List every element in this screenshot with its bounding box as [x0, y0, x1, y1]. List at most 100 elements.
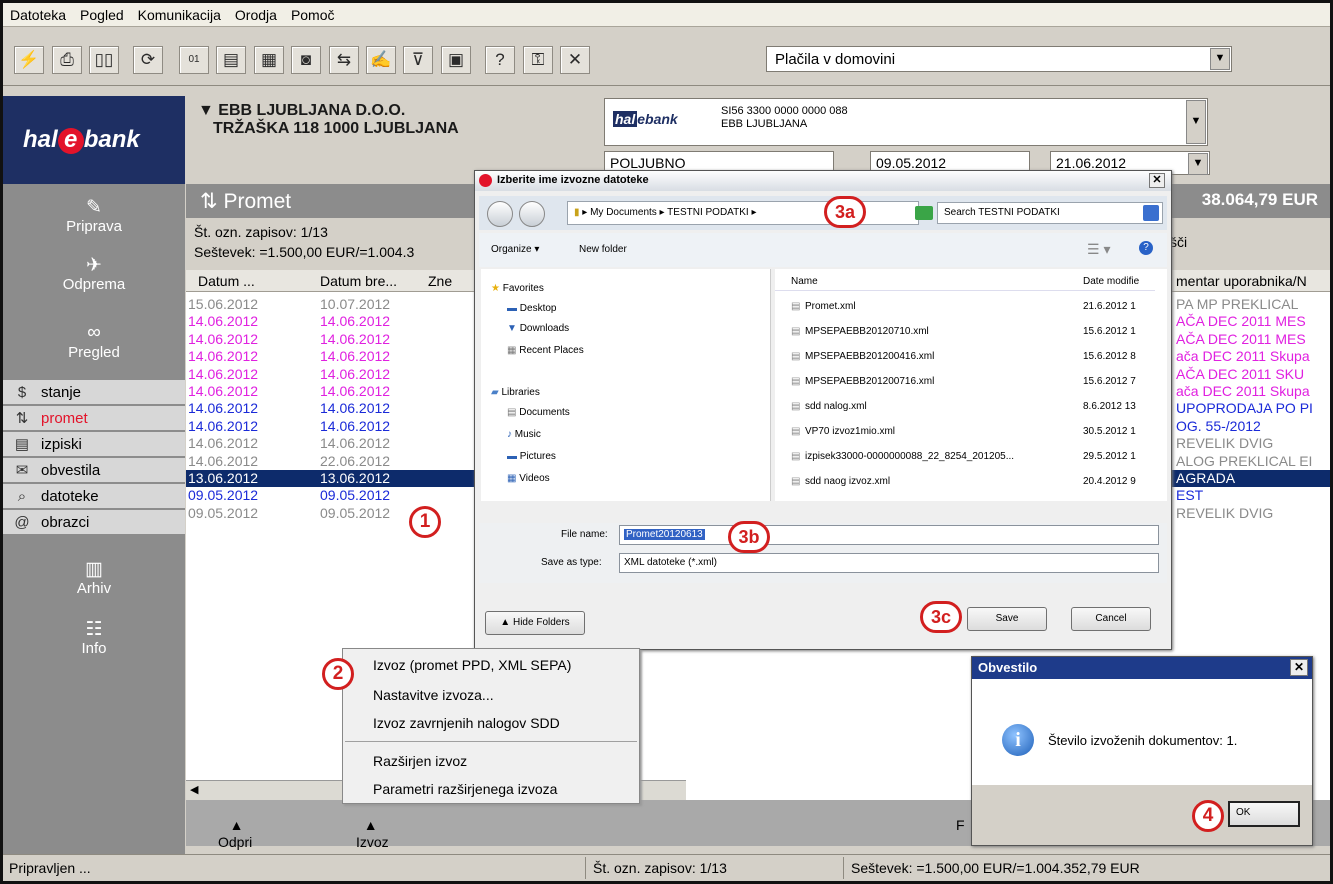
help-icon[interactable]: ? — [1139, 241, 1153, 255]
close-icon[interactable]: ✕ — [1149, 173, 1165, 188]
more-button[interactable]: F — [956, 817, 965, 833]
sidebar-item-stanje[interactable]: $ stanje — [3, 380, 185, 404]
file-list-item[interactable]: ▤ MPSEPAEBB20120710.xml 15.6.2012 1 — [775, 322, 1155, 344]
view-icon[interactable]: ☰ ▾ — [1087, 241, 1110, 258]
menu-bar: Datoteka Pogled Komunikacija Orodja Pomo… — [3, 3, 1330, 27]
binary-icon[interactable]: 01 — [179, 46, 209, 74]
menu-pomoc[interactable]: Pomoč — [284, 7, 342, 23]
menu-komunikacija[interactable]: Komunikacija — [131, 7, 228, 23]
tree-libraries[interactable]: ▰ Libraries — [491, 387, 540, 398]
step-marker-1: 1 — [409, 506, 441, 538]
transfer-icon[interactable]: ⇆ — [329, 46, 359, 74]
sidebar-item-obrazci[interactable]: @ obrazci — [3, 510, 185, 534]
chevron-down-icon[interactable]: ▼ — [1186, 100, 1206, 144]
disk-icon[interactable]: ◙ — [291, 46, 321, 74]
tree-documents[interactable]: ▤ Documents — [507, 407, 570, 418]
account-select[interactable]: hal ebank SI56 3300 0000 0000 088 EBB LJU… — [604, 98, 1208, 146]
tree-pictures[interactable]: ▬ Pictures — [507, 451, 556, 462]
col-header-name[interactable]: Name — [791, 276, 818, 287]
xml-file-icon: ▤ — [791, 426, 801, 437]
sidebar-item-odprema[interactable]: ✈ Odprema — [3, 254, 185, 293]
ok-button[interactable]: OK — [1228, 801, 1300, 827]
cancel-button[interactable]: Cancel — [1071, 607, 1151, 631]
scroll-left-icon[interactable]: ◀ — [190, 783, 198, 796]
sidebar-item-obvestila[interactable]: ✉ obvestila — [3, 458, 185, 482]
chevron-down-icon[interactable]: ▼ — [1210, 48, 1230, 70]
plug-icon[interactable]: ⚡ — [14, 46, 44, 74]
tree-recent-places[interactable]: ▦ Recent Places — [507, 345, 584, 356]
sidebar-item-izpiski[interactable]: ▤ izpiski — [3, 432, 185, 456]
downloads-icon: ▼ — [507, 323, 517, 334]
col-header-znesek[interactable]: Zne — [428, 273, 452, 289]
tree-downloads[interactable]: ▼ Downloads — [507, 323, 569, 334]
tree-music[interactable]: ♪ Music — [507, 429, 541, 440]
path-breadcrumb[interactable]: ▮ ▸ My Documents ▸ TESTNI PODATKI ▸ — [567, 201, 919, 225]
sidebar-item-pregled[interactable]: ∞ Pregled — [3, 322, 185, 361]
col-header-date[interactable]: Date modifie — [1083, 276, 1139, 287]
hide-folders-button[interactable]: ▲ Hide Folders — [485, 611, 585, 635]
save-button[interactable]: Save — [967, 607, 1047, 631]
search-icon[interactable] — [1143, 205, 1159, 221]
menu-datoteka[interactable]: Datoteka — [3, 7, 73, 23]
tree-videos[interactable]: ▦ Videos — [507, 473, 550, 484]
file-list-item[interactable]: ▤ MPSEPAEBB201200416.xml 15.6.2012 8 — [775, 347, 1155, 369]
tree-label: Music — [514, 429, 541, 440]
company-name[interactable]: ▼ EBB LJUBLJANA D.O.O. TRŽAŠKA 118 1000 … — [198, 102, 459, 138]
export-button[interactable]: Izvoz ▲ — [356, 817, 389, 850]
tree-desktop[interactable]: ▬ Desktop — [507, 303, 556, 314]
file-list-item[interactable]: ▤ MPSEPAEBB201200716.xml 15.6.2012 7 — [775, 372, 1155, 394]
key-icon[interactable]: ⚿ — [523, 46, 553, 74]
refresh-icon[interactable]: ⟳ — [133, 46, 163, 74]
notification-dialog: Obvestilo ✕ i Število izvoženih dokument… — [971, 656, 1313, 846]
sidebar-item-datoteke[interactable]: ⌕ datoteke — [3, 484, 185, 508]
calculator-icon[interactable]: ▣ — [441, 46, 471, 74]
search-input[interactable]: Search TESTNI PODATKI — [937, 202, 1163, 224]
open-button[interactable]: Odpri ▲ — [218, 817, 252, 850]
tree-favorites[interactable]: ★ Favorites — [491, 283, 544, 294]
close-icon[interactable]: ✕ — [1290, 659, 1308, 676]
account-number: SI56 3300 0000 0000 088 — [721, 105, 848, 117]
account-name: EBB LJUBLJANA — [721, 118, 808, 130]
sidebar-item-label: Priprava — [66, 218, 122, 235]
col-header-komentar[interactable]: mentar uporabnika/N — [1176, 273, 1307, 289]
new-folder-button[interactable]: New folder — [579, 244, 627, 255]
menu-item-export-settings[interactable]: Nastavitve izvoza... — [373, 687, 494, 703]
menu-item-export-promet[interactable]: Izvoz (promet PPD, XML SEPA) — [373, 657, 571, 673]
menu-item-extended-export-params[interactable]: Parametri razširjenega izvoza — [373, 781, 557, 797]
tree-label: Downloads — [519, 323, 570, 334]
refresh-icon[interactable] — [915, 206, 933, 220]
file-list-item[interactable]: ▤ izpisek33000-0000000088_22_8254_201205.… — [775, 447, 1155, 469]
organize-button[interactable]: Organize ▾ — [491, 244, 539, 255]
filter-icon[interactable]: ⊽ — [403, 46, 433, 74]
file-list-item[interactable]: ▤ sdd naog izvoz.xml 20.4.2012 9 — [775, 472, 1155, 494]
file-name-input[interactable]: Promet20120613 — [619, 525, 1159, 545]
sign-icon[interactable]: ✍ — [366, 46, 396, 74]
menu-item-extended-export[interactable]: Razširjen izvoz — [373, 753, 467, 769]
menu-orodja[interactable]: Orodja — [228, 7, 284, 23]
book-icon[interactable]: ▯▯ — [89, 46, 119, 74]
print-icon[interactable]: ⎙ — [52, 46, 82, 74]
back-button[interactable] — [487, 201, 513, 227]
calendar-dropdown-icon[interactable]: ▼ — [1188, 153, 1208, 175]
tree-label: Desktop — [519, 303, 557, 314]
file-date: 15.6.2012 8 — [1083, 351, 1136, 362]
help-icon[interactable]: ? — [485, 46, 515, 74]
menu-item-export-rejected-sdd[interactable]: Izvoz zavrnjenih nalogov SDD — [373, 715, 560, 731]
file-list-item[interactable]: ▤ sdd nalog.xml 8.6.2012 13 — [775, 397, 1155, 419]
col-header-datum[interactable]: Datum ... — [198, 273, 255, 289]
sidebar-item-promet[interactable]: ⇅ promet — [3, 406, 185, 430]
logo-e: e — [57, 128, 84, 154]
sidebar-item-arhiv[interactable]: ▥ Arhiv — [3, 558, 185, 597]
save-type-select[interactable]: XML datoteke (*.xml) — [619, 553, 1159, 573]
col-header-datum-bremenitve[interactable]: Datum bre... — [320, 273, 397, 289]
document-icon[interactable]: ▤ — [216, 46, 246, 74]
card-icon[interactable]: ▦ — [254, 46, 284, 74]
file-list-item[interactable]: ▤ VP70 izvoz1mio.xml 30.5.2012 1 — [775, 422, 1155, 444]
menu-pogled[interactable]: Pogled — [73, 7, 131, 23]
file-list-item[interactable]: ▤ Promet.xml 21.6.2012 1 — [775, 297, 1155, 319]
tools-icon[interactable]: ✕ — [560, 46, 590, 74]
sidebar-item-info[interactable]: ☷ Info — [3, 618, 185, 657]
payment-type-select[interactable]: Plačila v domovini ▼ — [766, 46, 1232, 72]
forward-button[interactable] — [519, 201, 545, 227]
sidebar-item-priprava[interactable]: ✎ Priprava — [3, 196, 185, 235]
